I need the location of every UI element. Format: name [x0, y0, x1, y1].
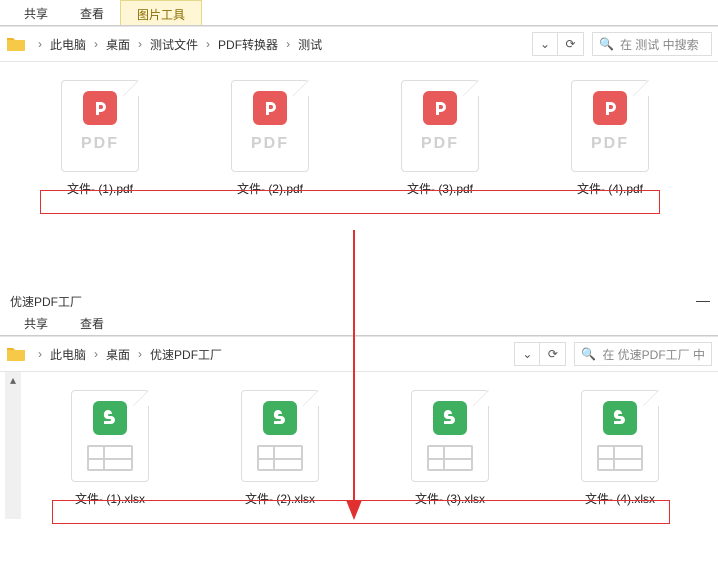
file-item[interactable]: PDF 文件- (3).pdf	[390, 80, 490, 197]
file-item[interactable]: PDF 文件- (2).pdf	[220, 80, 320, 197]
pdf-file-icon: PDF	[231, 80, 309, 172]
file-name: 文件- (4).pdf	[577, 180, 643, 197]
file-item[interactable]: PDF 文件- (4).pdf	[560, 80, 660, 197]
chevron-right-icon: ›	[134, 347, 146, 361]
history-dropdown-button[interactable]: ⌄	[532, 32, 558, 56]
breadcrumb-seg[interactable]: 桌面	[102, 36, 134, 53]
breadcrumb-seg[interactable]: 优速PDF工厂	[146, 346, 226, 363]
pdf-file-icon: PDF	[61, 80, 139, 172]
pdf-file-icon: PDF	[401, 80, 479, 172]
pdf-badge-icon	[253, 91, 287, 125]
window-title: 优速PDF工厂	[10, 295, 82, 309]
breadcrumb-seg[interactable]: PDF转换器	[214, 36, 282, 53]
address-bar-top: › 此电脑 › 桌面 › 测试文件 › PDF转换器 › 测试 ⌄ ⟳ 🔍 在 …	[0, 26, 718, 62]
tab-picture-tools[interactable]: 图片工具	[120, 0, 202, 25]
chevron-right-icon: ›	[134, 37, 146, 51]
refresh-button[interactable]: ⟳	[540, 342, 566, 366]
file-name: 文件- (3).xlsx	[415, 490, 485, 507]
pdf-badge-icon	[593, 91, 627, 125]
file-item[interactable]: PDF 文件- (1).pdf	[50, 80, 150, 197]
breadcrumb-bottom[interactable]: › 此电脑 › 桌面 › 优速PDF工厂	[34, 342, 506, 366]
file-name: 文件- (1).xlsx	[75, 490, 145, 507]
refresh-button[interactable]: ⟳	[558, 32, 584, 56]
address-controls: ⌄ ⟳	[532, 32, 584, 56]
scrollbar[interactable]: ▴	[5, 372, 21, 519]
folder-icon	[6, 345, 26, 363]
search-input[interactable]: 🔍 在 优速PDF工厂 中	[574, 342, 712, 366]
minimize-icon[interactable]: —	[696, 292, 710, 308]
file-pane-bottom[interactable]: ▴ 文件- (1).xlsx 文件- (2).xlsx	[0, 372, 718, 519]
xlsx-file-icon	[241, 390, 319, 482]
breadcrumb-top[interactable]: › 此电脑 › 桌面 › 测试文件 › PDF转换器 › 测试	[34, 32, 524, 56]
sheet-grid-icon	[257, 445, 303, 471]
chevron-right-icon: ›	[90, 347, 102, 361]
spreadsheet-badge-icon	[603, 401, 637, 435]
pdf-label: PDF	[81, 135, 119, 153]
breadcrumb-seg[interactable]: 测试	[294, 36, 326, 53]
chevron-right-icon: ›	[34, 347, 46, 361]
address-bar-bottom: › 此电脑 › 桌面 › 优速PDF工厂 ⌄ ⟳ 🔍 在 优速PDF工厂 中	[0, 336, 718, 372]
spreadsheet-badge-icon	[93, 401, 127, 435]
chevron-right-icon: ›	[34, 37, 46, 51]
window-top: 共享 查看 图片工具 › 此电脑 › 桌面 › 测试文件 › PDF转换器 › …	[0, 0, 718, 280]
chevron-right-icon: ›	[202, 37, 214, 51]
sheet-grid-icon	[427, 445, 473, 471]
pdf-badge-icon	[423, 91, 457, 125]
pdf-label: PDF	[251, 135, 289, 153]
pdf-badge-icon	[83, 91, 117, 125]
spreadsheet-badge-icon	[433, 401, 467, 435]
sheet-grid-icon	[87, 445, 133, 471]
file-name: 文件- (4).xlsx	[585, 490, 655, 507]
breadcrumb-seg[interactable]: 此电脑	[46, 36, 90, 53]
files-row: PDF 文件- (1).pdf PDF 文件- (2).pdf PDF 文件-	[50, 80, 698, 197]
tab-view[interactable]: 查看	[64, 310, 120, 335]
file-pane-top[interactable]: PDF 文件- (1).pdf PDF 文件- (2).pdf PDF 文件-	[0, 62, 718, 209]
file-name: 文件- (2).pdf	[237, 180, 303, 197]
tab-share[interactable]: 共享	[8, 310, 64, 335]
search-icon: 🔍	[581, 347, 596, 361]
search-input[interactable]: 🔍 在 测试 中搜索	[592, 32, 712, 56]
file-item[interactable]: 文件- (1).xlsx	[60, 390, 160, 507]
ribbon-tabs-bottom: 共享 查看	[0, 310, 718, 336]
pdf-label: PDF	[421, 135, 459, 153]
file-name: 文件- (2).xlsx	[245, 490, 315, 507]
scroll-up-icon[interactable]: ▴	[5, 372, 21, 388]
ribbon-tabs-top: 共享 查看 图片工具	[0, 0, 718, 26]
pdf-label: PDF	[591, 135, 629, 153]
tab-view[interactable]: 查看	[64, 0, 120, 25]
xlsx-file-icon	[411, 390, 489, 482]
pdf-file-icon: PDF	[571, 80, 649, 172]
title-bar: 优速PDF工厂 —	[0, 290, 718, 310]
file-name: 文件- (1).pdf	[67, 180, 133, 197]
chevron-right-icon: ›	[282, 37, 294, 51]
spreadsheet-badge-icon	[263, 401, 297, 435]
xlsx-file-icon	[581, 390, 659, 482]
window-bottom: 优速PDF工厂 — 共享 查看 › 此电脑 › 桌面 › 优速PDF工厂 ⌄ ⟳…	[0, 290, 718, 574]
tab-share[interactable]: 共享	[8, 0, 64, 25]
chevron-right-icon: ›	[90, 37, 102, 51]
search-placeholder: 在 测试 中搜索	[620, 36, 699, 53]
address-controls: ⌄ ⟳	[514, 342, 566, 366]
file-name: 文件- (3).pdf	[407, 180, 473, 197]
file-item[interactable]: 文件- (4).xlsx	[570, 390, 670, 507]
file-item[interactable]: 文件- (3).xlsx	[400, 390, 500, 507]
search-placeholder: 在 优速PDF工厂 中	[602, 346, 705, 363]
files-row: 文件- (1).xlsx 文件- (2).xlsx 文件- (3).xlsx	[60, 390, 698, 507]
breadcrumb-seg[interactable]: 此电脑	[46, 346, 90, 363]
history-dropdown-button[interactable]: ⌄	[514, 342, 540, 366]
xlsx-file-icon	[71, 390, 149, 482]
sheet-grid-icon	[597, 445, 643, 471]
breadcrumb-seg[interactable]: 桌面	[102, 346, 134, 363]
search-icon: 🔍	[599, 37, 614, 51]
folder-icon	[6, 35, 26, 53]
breadcrumb-seg[interactable]: 测试文件	[146, 36, 202, 53]
file-item[interactable]: 文件- (2).xlsx	[230, 390, 330, 507]
